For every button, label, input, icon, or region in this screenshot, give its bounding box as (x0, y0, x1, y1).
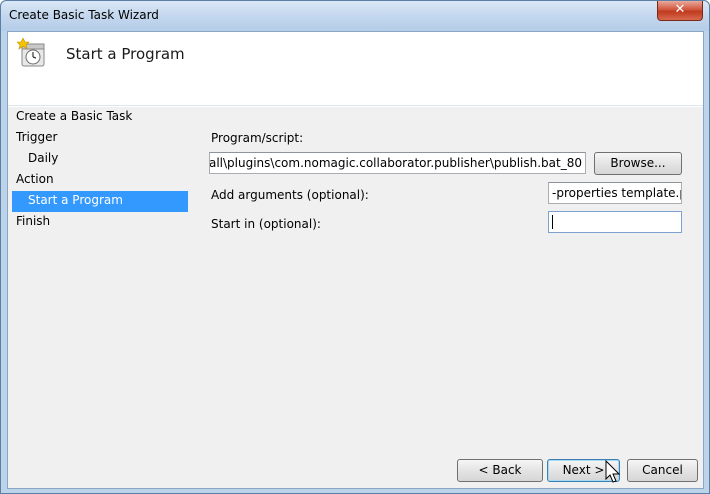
start-in-input[interactable] (548, 211, 682, 233)
browse-button[interactable]: Browse... (594, 152, 682, 175)
close-button[interactable]: ✕ (657, 1, 703, 21)
wizard-header: Start a Program (8, 32, 703, 106)
wizard-body: Create a Basic Task Trigger Daily Action… (8, 107, 703, 488)
mouse-pointer-icon (605, 460, 621, 483)
wizard-window: Create Basic Task Wizard ✕ Start a Progr… (0, 0, 710, 494)
nav-item-daily[interactable]: Daily (12, 149, 188, 170)
program-script-label: Program/script: (211, 131, 304, 145)
title-bar[interactable]: Create Basic Task Wizard ✕ (1, 1, 709, 31)
nav-item-action[interactable]: Action (12, 170, 188, 191)
text-caret (552, 215, 553, 229)
program-script-input[interactable]: 80_no_install\plugins\com.nomagic.collab… (209, 152, 586, 174)
wizard-steps-nav: Create a Basic Task Trigger Daily Action… (12, 107, 188, 233)
start-in-label: Start in (optional): (211, 217, 321, 231)
page-heading: Start a Program (66, 45, 185, 63)
task-clock-icon (17, 38, 45, 67)
window-title: Create Basic Task Wizard (9, 8, 159, 22)
nav-item-start-a-program[interactable]: Start a Program (12, 191, 188, 212)
nav-item-create-basic-task[interactable]: Create a Basic Task (12, 107, 188, 128)
arguments-label: Add arguments (optional): (211, 188, 369, 202)
nav-item-trigger[interactable]: Trigger (12, 128, 188, 149)
cancel-button[interactable]: Cancel (627, 459, 698, 482)
close-icon: ✕ (674, 2, 686, 17)
wizard-client-area: Start a Program Create a Basic Task Trig… (7, 31, 704, 489)
nav-item-finish[interactable]: Finish (12, 212, 188, 233)
back-button[interactable]: < Back (457, 459, 543, 482)
arguments-input[interactable]: -properties template.pro (548, 182, 682, 204)
